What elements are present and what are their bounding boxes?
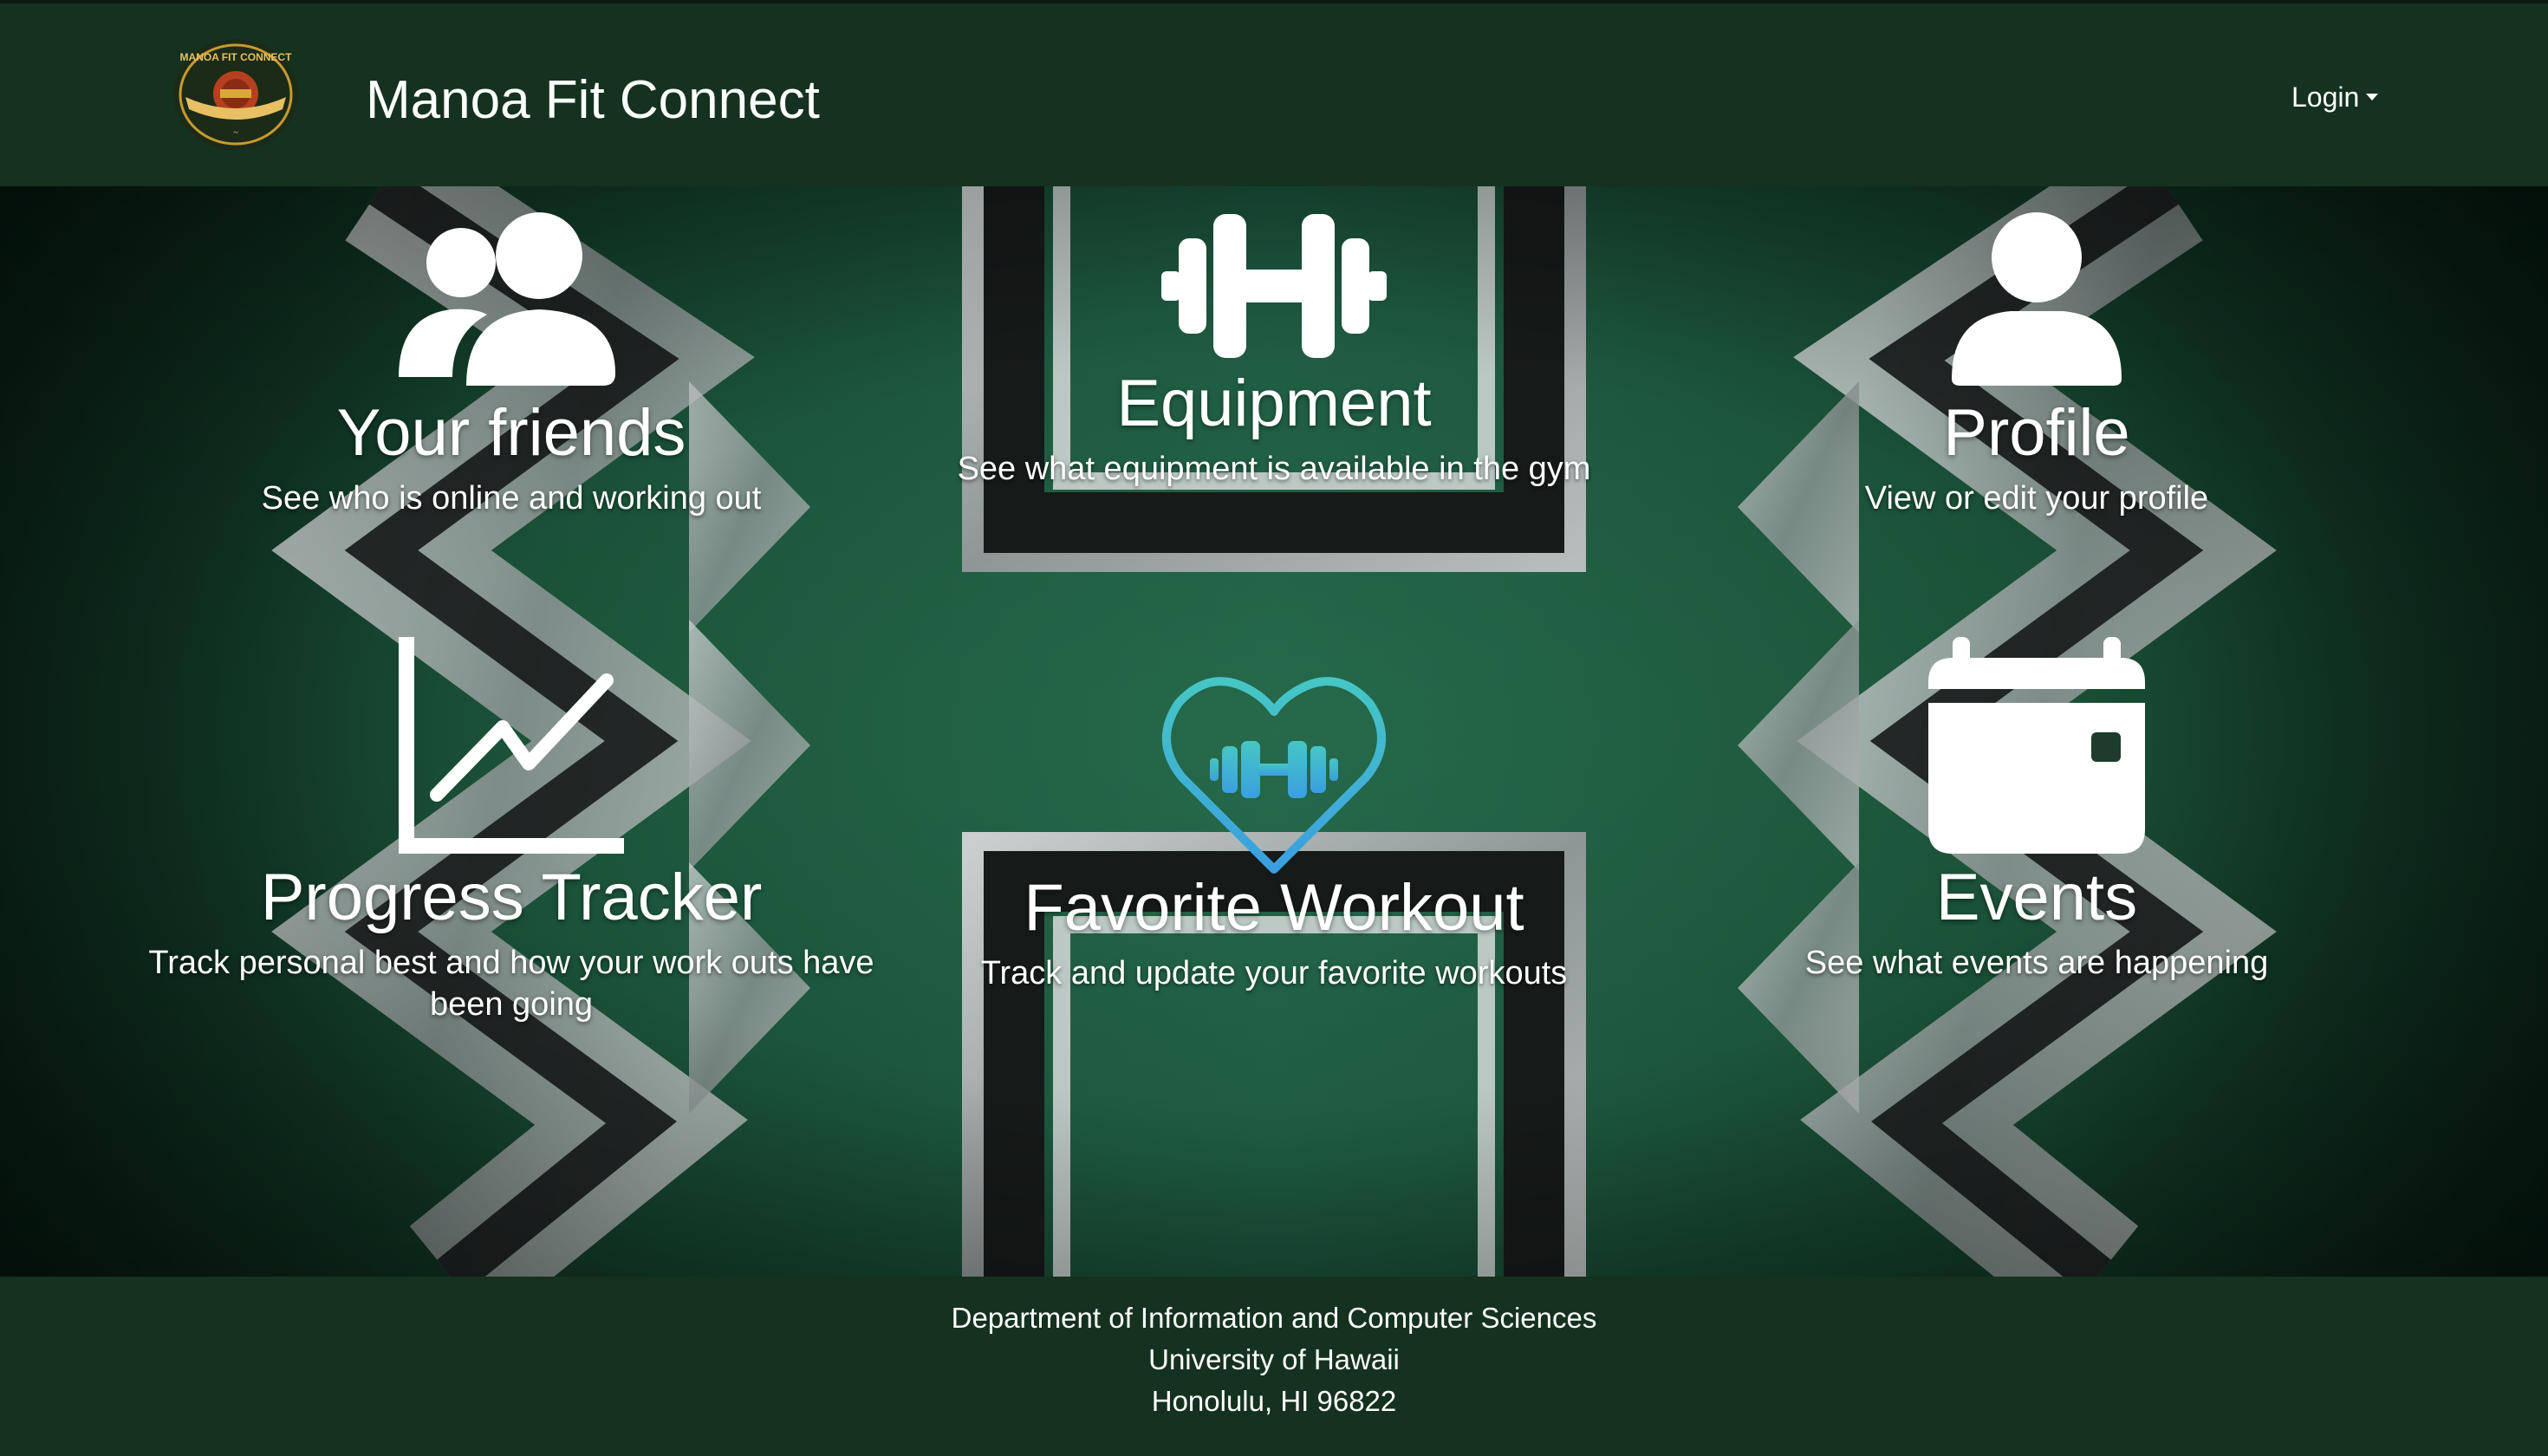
tile-title: Progress Tracker bbox=[260, 861, 763, 934]
calendar-icon bbox=[1928, 637, 2145, 854]
tile-description: Track and update your favorite workouts bbox=[980, 955, 1568, 991]
login-label: Login bbox=[2291, 81, 2360, 113]
svg-text:~: ~ bbox=[233, 128, 238, 138]
footer: Department of Information and Computer S… bbox=[0, 1277, 2548, 1456]
tile-description: See what events are happening bbox=[1804, 945, 2269, 981]
tile-title: Events bbox=[1935, 861, 2138, 934]
user-group-icon bbox=[399, 212, 615, 386]
tile-title: Profile bbox=[1943, 396, 2130, 470]
tile-description: See who is online and working out bbox=[261, 480, 762, 517]
navbar: MANOA FIT CONNECT ~ Manoa Fit Connect Lo… bbox=[0, 3, 2548, 186]
tile-events[interactable]: Events See what events are happening bbox=[1690, 637, 2383, 984]
tile-your-friends[interactable]: Your friends See who is online and worki… bbox=[165, 212, 858, 519]
tile-title: Favorite Workout bbox=[1024, 871, 1524, 945]
tile-description: Track personal best and how your work ou… bbox=[148, 945, 874, 1023]
caret-down-icon bbox=[2366, 94, 2379, 101]
logo-text: MANOA FIT CONNECT bbox=[180, 51, 293, 63]
manoa-fit-connect-logo[interactable]: MANOA FIT CONNECT ~ bbox=[170, 36, 302, 153]
tile-equipment[interactable]: Equipment See what equipment is availabl… bbox=[927, 212, 1621, 490]
hero-section: Your friends See who is online and worki… bbox=[0, 186, 2548, 1277]
tile-progress-tracker[interactable]: Progress Tracker Track personal best and… bbox=[147, 637, 875, 1025]
footer-university: University of Hawaii bbox=[1148, 1343, 1400, 1375]
tile-title: Equipment bbox=[1116, 367, 1432, 440]
brand-title[interactable]: Manoa Fit Connect bbox=[366, 66, 820, 135]
tile-profile[interactable]: Profile View or edit your profile bbox=[1690, 212, 2383, 519]
tile-favorite-workout[interactable]: Favorite Workout Track and update your f… bbox=[927, 672, 1621, 994]
tile-description: View or edit your profile bbox=[1864, 480, 2209, 517]
footer-address: Honolulu, HI 96822 bbox=[1151, 1385, 1397, 1417]
footer-department: Department of Information and Computer S… bbox=[951, 1302, 1597, 1334]
heart-dumbbell-icon bbox=[1161, 677, 1387, 874]
user-icon bbox=[1952, 212, 2122, 386]
login-dropdown[interactable]: Login bbox=[2291, 76, 2379, 118]
tile-title: Your friends bbox=[336, 396, 686, 470]
chart-line-icon bbox=[399, 637, 624, 854]
tile-description: See what equipment is available in the g… bbox=[957, 451, 1591, 487]
dumbbell-icon bbox=[1161, 214, 1387, 358]
